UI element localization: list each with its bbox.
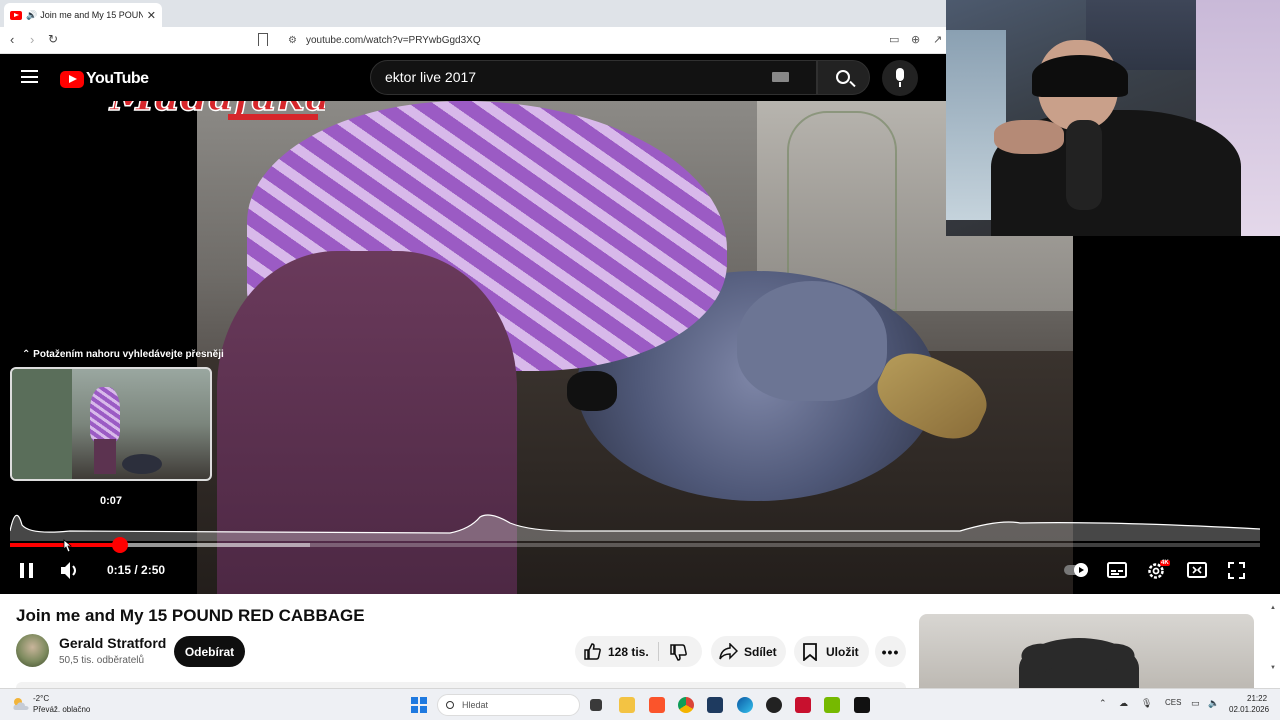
share-button[interactable]: Sdílet	[711, 636, 786, 667]
voice-search-button[interactable]	[882, 60, 918, 96]
gloved-hand	[567, 371, 617, 411]
preview-person	[90, 387, 120, 442]
cabbage-leaf	[737, 281, 887, 401]
clock-date[interactable]: 02.01.2026	[1229, 705, 1269, 714]
share-icon	[719, 643, 738, 660]
preview-legs	[94, 439, 116, 474]
volume-button[interactable]	[60, 561, 80, 580]
mouse-cursor-icon	[63, 539, 72, 553]
theater-mode-icon[interactable]	[1187, 562, 1207, 578]
zoom-icon[interactable]: ⊕	[911, 33, 920, 46]
scrubber-handle[interactable]	[112, 537, 128, 553]
scrollbar[interactable]: ▲ ▼	[1270, 605, 1276, 671]
taskbar-search-icon	[446, 701, 454, 709]
task-view-icon[interactable]	[590, 699, 602, 711]
seek-preview-thumbnail	[10, 367, 212, 481]
input-language[interactable]: CES	[1165, 698, 1181, 707]
youtube-favicon-icon	[10, 10, 22, 20]
tab-close-icon[interactable]: ✕	[147, 9, 156, 22]
save-label: Uložit	[826, 645, 859, 659]
edge-browser-icon[interactable]	[737, 697, 753, 713]
url-text: youtube.com/watch?v=PRYwbGgd3XQ	[305, 35, 481, 46]
pause-icon	[20, 563, 24, 578]
seek-hint: ⌃ Potažením nahoru vyhledávejte přesněji	[22, 349, 224, 360]
speaker-icon: 🔊	[26, 9, 38, 20]
screen-cast-icon[interactable]: ▭	[889, 33, 899, 46]
brave-browser-icon[interactable]	[649, 697, 665, 713]
tiktok-icon[interactable]	[854, 697, 870, 713]
cloudy-weather-icon[interactable]	[12, 697, 30, 711]
speaker-volume-icon[interactable]: 🔈	[1208, 698, 1219, 709]
like-count[interactable]: 128 tis.	[608, 645, 649, 659]
webcam-overlay	[946, 0, 1280, 236]
browser-tab[interactable]: 🔊 Join me and My 15 POUND R ✕	[4, 3, 162, 27]
more-icon: •••	[881, 643, 900, 660]
share-label: Sdílet	[744, 645, 777, 659]
menu-icon[interactable]	[21, 70, 38, 83]
network-cloud-icon[interactable]: ☁	[1119, 698, 1128, 709]
youtube-logo[interactable]: YouTube	[60, 70, 149, 88]
search-button[interactable]	[817, 60, 870, 95]
subscriber-count: 50,5 tis. odběratelů	[59, 655, 145, 666]
bookmark-icon[interactable]	[258, 33, 268, 46]
obs-studio-icon[interactable]	[766, 697, 782, 713]
channel-avatar[interactable]	[16, 634, 49, 667]
url-field[interactable]: ⚙ youtube.com/watch?v=PRYwbGgd3XQ	[280, 31, 940, 50]
cap-emblem	[1058, 72, 1086, 86]
tray-chevron-up-icon[interactable]: ⌃	[1099, 698, 1107, 709]
windows-start-icon[interactable]	[411, 697, 427, 713]
windows-taskbar: -2°C Převáž. oblačno Hledat ⌃ ☁ 🎙 CES ▭ …	[0, 688, 1280, 720]
autoplay-toggle[interactable]	[1064, 562, 1090, 578]
recommended-video-thumbnail[interactable]	[919, 614, 1254, 688]
preview-cabbage	[122, 454, 162, 474]
volume-icon	[61, 562, 70, 579]
file-explorer-icon[interactable]	[619, 697, 635, 713]
forward-icon[interactable]: ›	[30, 32, 34, 47]
like-dislike-group: 128 tis.	[575, 636, 702, 667]
chrome-icon[interactable]	[678, 697, 694, 713]
taskbar-search[interactable]: Hledat	[437, 694, 580, 716]
streaming-app-icon[interactable]	[795, 697, 811, 713]
madafaka-overlay-logo: Madafaka	[107, 101, 325, 121]
youtube-play-icon	[60, 70, 84, 88]
thumbs-down-icon[interactable]	[670, 644, 687, 661]
app-k-icon[interactable]	[707, 697, 723, 713]
tray-microphone-icon[interactable]: 🎙	[1141, 698, 1152, 709]
pause-button[interactable]	[20, 563, 34, 578]
save-button[interactable]: Uložit	[794, 636, 869, 667]
clock-time[interactable]: 21:22	[1247, 694, 1267, 703]
share-page-icon[interactable]: ↗	[933, 33, 942, 46]
back-icon[interactable]: ‹	[10, 32, 14, 47]
fullscreen-icon[interactable]	[1228, 562, 1245, 579]
tab-title: Join me and My 15 POUND R	[40, 10, 143, 20]
microphone-stand	[1066, 120, 1102, 210]
more-actions-button[interactable]: •••	[875, 636, 906, 667]
weather-temperature: -2°C	[33, 694, 50, 703]
most-replayed-heatmap	[10, 514, 1260, 541]
seek-hint-text: Potažením nahoru vyhledávejte přesněji	[33, 349, 224, 360]
video-title: Join me and My 15 POUND RED CABBAGE	[16, 606, 365, 625]
subtitles-icon[interactable]	[1107, 562, 1127, 578]
microphone-icon	[896, 68, 904, 81]
quality-badge: 4K	[1160, 560, 1170, 566]
thumbs-up-icon[interactable]	[584, 643, 601, 660]
search-icon	[836, 70, 850, 84]
keyboard-icon[interactable]	[772, 72, 789, 82]
subscribe-button[interactable]: Odebírat	[174, 636, 245, 667]
reload-icon[interactable]: ↻	[48, 32, 58, 46]
search-input[interactable]: ektor live 2017	[370, 60, 817, 95]
taskbar-search-placeholder: Hledat	[462, 700, 489, 710]
youtube-logo-text: YouTube	[86, 70, 149, 87]
time-readout: 0:15 / 2:50	[107, 563, 166, 577]
weather-description: Převáž. oblačno	[33, 705, 91, 714]
chevron-up-icon: ⌃	[22, 349, 34, 360]
preview-greenhouse	[12, 369, 72, 479]
channel-name[interactable]: Gerald Stratford	[59, 635, 166, 651]
streamer-hand	[994, 120, 1064, 154]
bookmark-save-icon	[803, 643, 817, 661]
nvidia-icon[interactable]	[824, 697, 840, 713]
site-info-icon[interactable]: ⚙	[288, 35, 297, 46]
monitor-icon[interactable]: ▭	[1191, 698, 1200, 709]
